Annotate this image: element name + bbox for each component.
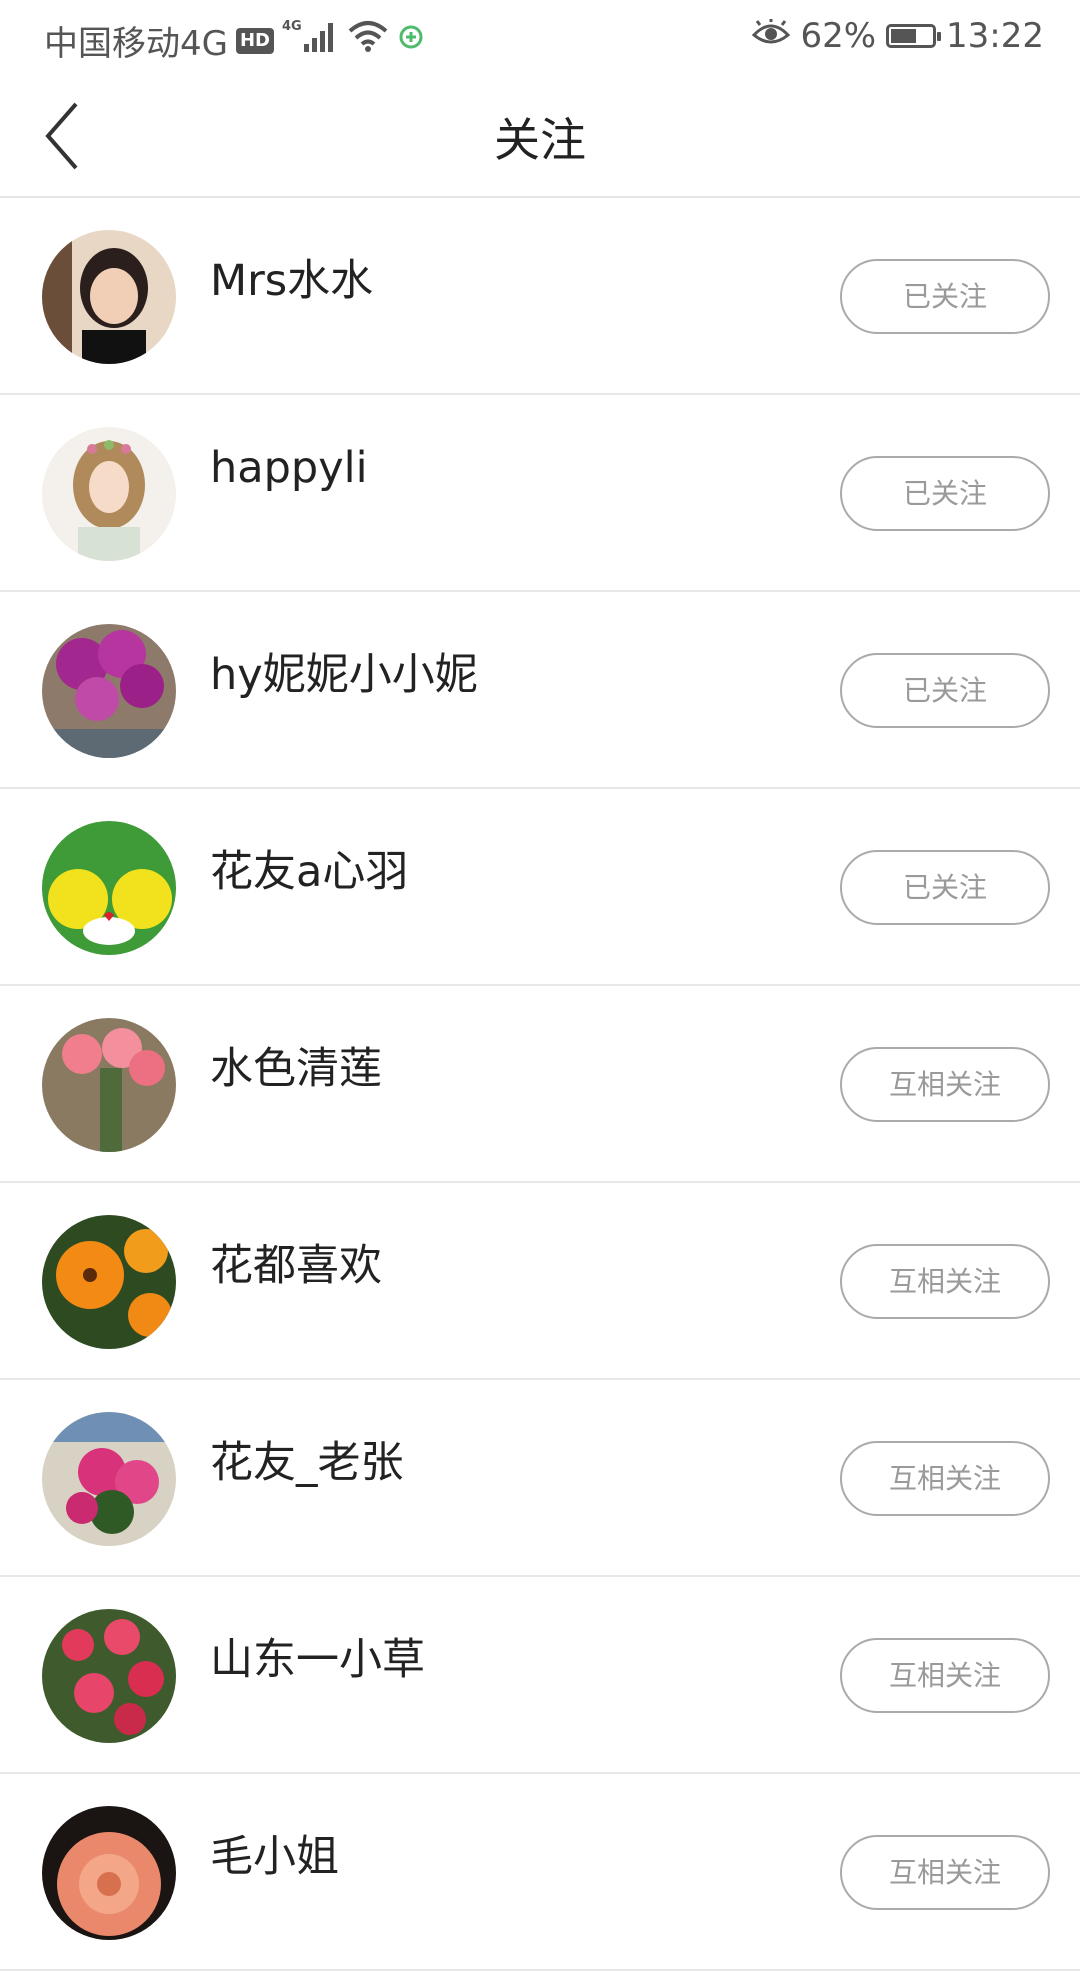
list-item[interactable]: Mrs水水 已关注 (0, 198, 1080, 395)
user-name: 毛小姐 (210, 1832, 339, 1882)
list-item[interactable]: 花友_老张 互相关注 (0, 1380, 1080, 1577)
avatar[interactable] (42, 230, 176, 364)
avatar[interactable] (42, 1215, 176, 1349)
eye-icon (752, 16, 791, 56)
list-item[interactable]: 毛小姐 互相关注 (0, 1774, 1080, 1971)
battery-icon (886, 24, 942, 48)
user-name: 花友_老张 (210, 1438, 404, 1488)
avatar[interactable] (42, 1609, 176, 1743)
follow-status-button[interactable]: 已关注 (840, 259, 1050, 334)
avatar[interactable] (42, 427, 176, 561)
status-right: 62% 13:22 (752, 16, 1044, 56)
list-item[interactable]: 水色清莲 互相关注 (0, 986, 1080, 1183)
hd-badge: HD (235, 27, 274, 54)
user-name: happyli (210, 443, 368, 493)
user-name: 水色清莲 (210, 1044, 382, 1094)
list-item[interactable]: 山东一小草 互相关注 (0, 1577, 1080, 1774)
follow-status-button[interactable]: 互相关注 (840, 1835, 1050, 1910)
header: 关注 (0, 74, 1080, 198)
status-bar: 中国移动4G HD 4G 62% 13:22 (0, 0, 1080, 74)
app-notification-icon (396, 21, 426, 61)
follow-status-button[interactable]: 已关注 (840, 456, 1050, 531)
follow-status-button[interactable]: 互相关注 (840, 1638, 1050, 1713)
user-name: 花友a心羽 (210, 847, 409, 897)
user-name: 山东一小草 (210, 1635, 425, 1685)
user-name: 花都喜欢 (210, 1241, 382, 1291)
avatar[interactable] (42, 1412, 176, 1546)
svg-text:4G: 4G (282, 19, 302, 34)
list-item[interactable]: happyli 已关注 (0, 395, 1080, 592)
user-name: hy妮妮小小妮 (210, 650, 478, 700)
signal-icon: 4G (282, 18, 340, 63)
wifi-icon (348, 19, 388, 62)
carrier-label: 中国移动4G (44, 24, 228, 64)
follow-status-button[interactable]: 互相关注 (840, 1441, 1050, 1516)
follow-list: Mrs水水 已关注 happyli 已关注 hy妮妮小小妮 已关注 花友a心羽 … (0, 198, 1080, 1971)
page-title: 关注 (494, 113, 586, 167)
avatar[interactable] (42, 624, 176, 758)
follow-status-button[interactable]: 互相关注 (840, 1047, 1050, 1122)
battery-percent: 62% (800, 16, 877, 56)
avatar[interactable] (42, 821, 176, 955)
follow-status-button[interactable]: 已关注 (840, 850, 1050, 925)
status-left: 中国移动4G HD 4G (44, 16, 426, 65)
list-item[interactable]: 花友a心羽 已关注 (0, 789, 1080, 986)
list-item[interactable]: hy妮妮小小妮 已关注 (0, 592, 1080, 789)
battery-fill (891, 29, 917, 43)
follow-status-button[interactable]: 已关注 (840, 653, 1050, 728)
user-name: Mrs水水 (210, 256, 374, 306)
clock: 13:22 (946, 16, 1044, 56)
follow-status-button[interactable]: 互相关注 (840, 1244, 1050, 1319)
avatar[interactable] (42, 1018, 176, 1152)
list-item[interactable]: 花都喜欢 互相关注 (0, 1183, 1080, 1380)
